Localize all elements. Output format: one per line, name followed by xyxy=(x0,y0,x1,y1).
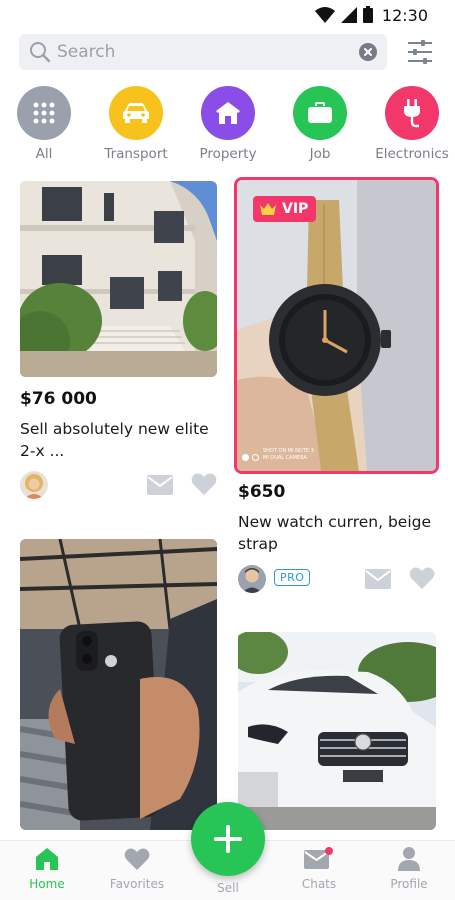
iphone-photo xyxy=(20,539,217,830)
home-icon xyxy=(36,848,58,870)
listing-image-watch[interactable]: VIP SHOT ON MI NOTE 3 MI DUAL CAMERA xyxy=(234,177,439,474)
nav-profile-label: Profile xyxy=(390,877,428,891)
mail-icon xyxy=(147,475,173,495)
avatar-man xyxy=(238,565,266,593)
search-icon xyxy=(30,42,51,63)
category-all[interactable]: All xyxy=(0,86,89,162)
status-time: 12:30 xyxy=(381,6,428,25)
watch-photo xyxy=(237,180,436,471)
category-label: All xyxy=(35,146,53,162)
photo-watermark-line: SHOT ON MI NOTE 3 xyxy=(263,448,314,454)
grid-icon xyxy=(33,102,55,124)
search-input[interactable] xyxy=(57,40,357,64)
dot-inactive xyxy=(252,454,259,461)
clear-search-button[interactable] xyxy=(359,43,377,61)
crown-icon xyxy=(260,203,276,215)
category-job[interactable]: Job xyxy=(275,86,365,162)
nav-home-label: Home xyxy=(29,877,65,891)
message-button[interactable] xyxy=(147,475,173,499)
status-bar: 12:30 xyxy=(0,0,455,30)
favorite-button[interactable] xyxy=(409,566,435,594)
category-transport-circle xyxy=(109,86,163,140)
category-all-circle xyxy=(17,86,71,140)
avatar-woman xyxy=(20,471,48,499)
category-label: Transport xyxy=(104,146,168,162)
villa-photo xyxy=(20,181,217,377)
listing-title[interactable]: New watch curren, beige strap xyxy=(238,511,438,555)
battery-icon xyxy=(363,6,373,23)
house-icon xyxy=(216,102,240,124)
nav-profile[interactable]: Profile xyxy=(369,847,449,891)
nav-chats-label: Chats xyxy=(301,877,337,891)
mail-icon xyxy=(365,569,391,589)
heart-icon xyxy=(409,567,435,589)
favorite-button[interactable] xyxy=(191,472,217,500)
message-button[interactable] xyxy=(365,569,391,593)
category-property[interactable]: Property xyxy=(183,86,273,162)
photo-watermark-line: MI DUAL CAMERA xyxy=(263,455,307,461)
chat-mail-icon xyxy=(304,847,333,869)
image-dots xyxy=(242,454,259,461)
category-bar: All Transport Property Job Electronics xyxy=(0,86,455,166)
vip-badge: VIP xyxy=(253,196,317,222)
nav-sell-label: Sell xyxy=(217,881,239,895)
category-job-circle xyxy=(293,86,347,140)
listing-price: $650 xyxy=(238,482,286,502)
search-bar[interactable] xyxy=(19,34,387,70)
nav-chats[interactable]: Chats xyxy=(279,847,359,891)
pro-badge: PRO xyxy=(274,569,311,586)
filter-sliders-icon xyxy=(408,40,432,64)
sell-button[interactable] xyxy=(191,802,265,876)
mercedes-car-photo xyxy=(238,632,436,830)
wifi-icon xyxy=(315,6,335,23)
briefcase-icon xyxy=(308,102,332,123)
car-icon xyxy=(123,103,149,123)
category-property-circle xyxy=(201,86,255,140)
category-transport[interactable]: Transport xyxy=(91,86,181,162)
photo-watermark: SHOT ON MI NOTE 3 MI DUAL CAMERA xyxy=(263,448,314,462)
status-icons xyxy=(315,6,373,23)
heart-icon xyxy=(124,848,150,870)
profile-icon xyxy=(398,847,420,871)
listing-image-car[interactable] xyxy=(238,632,436,830)
listing-price: $76 000 xyxy=(20,389,97,409)
listing-image-iphone[interactable] xyxy=(20,539,217,830)
nav-favorites[interactable]: Favorites xyxy=(97,847,177,891)
heart-icon xyxy=(191,473,217,495)
plug-icon xyxy=(404,99,420,128)
category-label: Property xyxy=(199,146,257,162)
nav-home[interactable]: Home xyxy=(7,847,87,891)
category-electronics-circle xyxy=(385,86,439,140)
category-label: Job xyxy=(309,146,331,162)
close-icon xyxy=(364,48,372,56)
plus-icon xyxy=(214,825,242,853)
dot-active xyxy=(242,454,249,461)
listing-title[interactable]: Sell absolutely new elite 2-x ... xyxy=(20,418,220,462)
nav-favorites-label: Favorites xyxy=(109,877,165,891)
seller-avatar[interactable] xyxy=(238,565,266,593)
vip-badge-label: VIP xyxy=(282,201,309,217)
signal-icon xyxy=(341,6,357,23)
category-label: Electronics xyxy=(375,146,449,162)
filter-button[interactable] xyxy=(404,38,436,66)
seller-avatar[interactable] xyxy=(20,471,48,499)
listing-image-villa[interactable] xyxy=(20,181,217,377)
category-electronics[interactable]: Electronics xyxy=(367,86,455,162)
